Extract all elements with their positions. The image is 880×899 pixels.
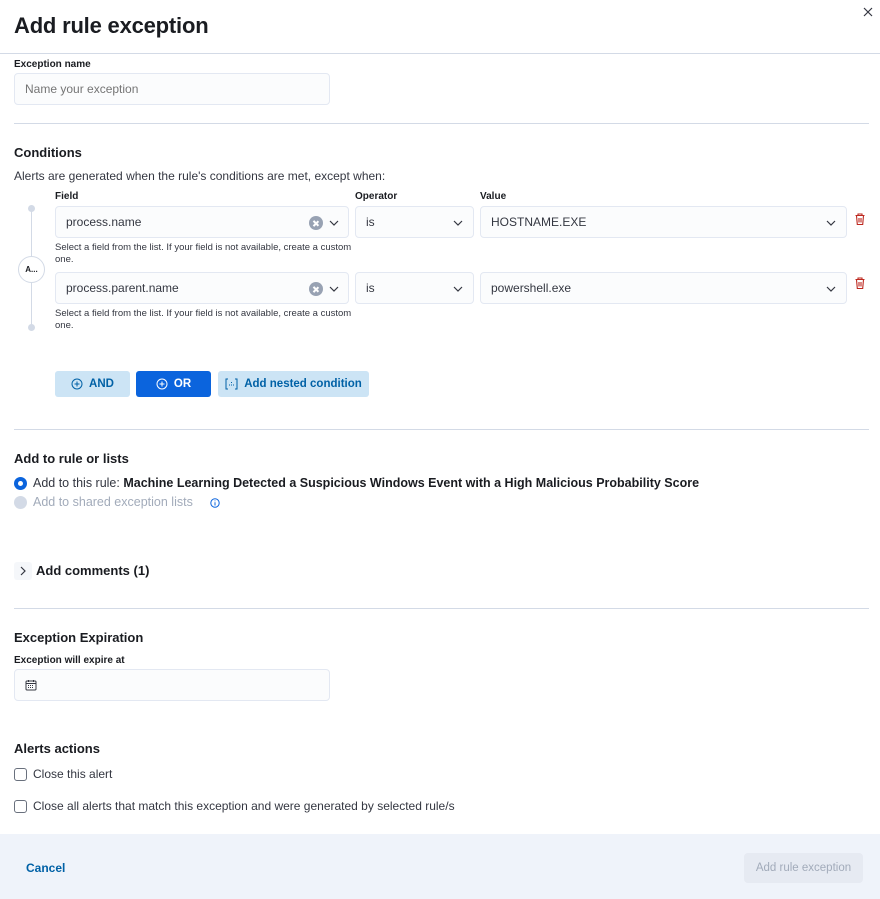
add-to-rule-prefix: Add to this rule: bbox=[33, 476, 124, 490]
comments-label[interactable]: Add comments (1) bbox=[36, 563, 149, 578]
divider bbox=[14, 608, 869, 609]
calendar-icon bbox=[25, 680, 37, 691]
connector-dot-bottom bbox=[28, 324, 35, 331]
page-title: Add rule exception bbox=[14, 13, 209, 38]
plus-circle-icon bbox=[71, 378, 83, 390]
chevron-down-icon[interactable] bbox=[329, 220, 339, 226]
close-all-alerts-label[interactable]: Close all alerts that match this excepti… bbox=[33, 799, 455, 813]
add-to-rule-label[interactable]: Add to this rule: Machine Learning Detec… bbox=[33, 476, 699, 490]
exception-name-label: Exception name bbox=[14, 59, 91, 70]
exception-name-input[interactable] bbox=[14, 73, 330, 105]
operator-value: is bbox=[366, 215, 375, 229]
operator-select[interactable]: is bbox=[355, 206, 474, 238]
field-help-text: Select a field from the list. If your fi… bbox=[55, 308, 352, 331]
close-this-alert-checkbox[interactable] bbox=[14, 768, 27, 781]
clear-icon[interactable] bbox=[309, 282, 323, 296]
chevron-down-icon bbox=[826, 286, 836, 292]
nested-icon bbox=[225, 378, 238, 390]
conditions-description: Alerts are generated when the rule's con… bbox=[14, 169, 386, 183]
add-and-button[interactable]: AND bbox=[55, 371, 130, 397]
field-combobox[interactable]: process.parent.name bbox=[55, 272, 349, 304]
nested-label: Add nested condition bbox=[244, 378, 362, 390]
value-combobox[interactable]: powershell.exe bbox=[480, 272, 847, 304]
trash-icon[interactable] bbox=[853, 276, 867, 290]
expand-comments-button[interactable] bbox=[14, 562, 32, 580]
operator-column-label: Operator bbox=[355, 191, 398, 202]
add-rule-exception-button[interactable]: Add rule exception bbox=[744, 853, 863, 883]
value-text: powershell.exe bbox=[491, 281, 572, 295]
info-icon[interactable] bbox=[210, 498, 220, 508]
chevron-down-icon[interactable] bbox=[329, 286, 339, 292]
and-group-badge: A... bbox=[18, 256, 45, 283]
chevron-down-icon bbox=[453, 220, 463, 226]
chevron-down-icon bbox=[826, 220, 836, 226]
conditions-title: Conditions bbox=[14, 145, 82, 160]
field-column-label: Field bbox=[55, 191, 79, 202]
expiration-date-picker[interactable] bbox=[14, 669, 330, 701]
flyout-header: Add rule exception bbox=[0, 0, 880, 54]
or-label: OR bbox=[173, 378, 192, 390]
add-to-title: Add to rule or lists bbox=[14, 451, 129, 466]
divider bbox=[14, 123, 869, 124]
add-nested-condition-button[interactable]: Add nested condition bbox=[218, 371, 369, 397]
chevron-right-icon bbox=[20, 566, 26, 576]
radio-add-to-shared-lists bbox=[14, 496, 27, 509]
clear-icon[interactable] bbox=[309, 216, 323, 230]
cancel-button[interactable]: Cancel bbox=[26, 861, 65, 875]
operator-select[interactable]: is bbox=[355, 272, 474, 304]
connector-dot-top bbox=[28, 205, 35, 212]
radio-add-to-rule[interactable] bbox=[14, 477, 27, 490]
field-combobox[interactable]: process.name bbox=[55, 206, 349, 238]
rule-name: Machine Learning Detected a Suspicious W… bbox=[123, 476, 700, 490]
expiration-label: Exception will expire at bbox=[14, 655, 125, 666]
value-column-label: Value bbox=[480, 191, 507, 202]
divider bbox=[14, 429, 869, 430]
field-value: process.name bbox=[66, 215, 142, 229]
field-help-text: Select a field from the list. If your fi… bbox=[55, 242, 352, 265]
chevron-down-icon bbox=[453, 286, 463, 292]
add-to-shared-lists-label: Add to shared exception lists bbox=[33, 495, 193, 509]
operator-value: is bbox=[366, 281, 375, 295]
expiration-title: Exception Expiration bbox=[14, 630, 144, 645]
close-icon[interactable] bbox=[860, 4, 876, 20]
trash-icon[interactable] bbox=[853, 212, 867, 226]
field-value: process.parent.name bbox=[66, 281, 179, 295]
alerts-actions-title: Alerts actions bbox=[14, 741, 100, 756]
add-or-button[interactable]: OR bbox=[136, 371, 211, 397]
and-label: AND bbox=[89, 378, 114, 390]
plus-circle-icon bbox=[156, 378, 168, 390]
value-text: HOSTNAME.EXE bbox=[491, 215, 587, 229]
close-all-alerts-checkbox[interactable] bbox=[14, 800, 27, 813]
flyout-footer: Cancel Add rule exception bbox=[0, 834, 880, 899]
value-combobox[interactable]: HOSTNAME.EXE bbox=[480, 206, 847, 238]
close-this-alert-label[interactable]: Close this alert bbox=[33, 767, 112, 781]
